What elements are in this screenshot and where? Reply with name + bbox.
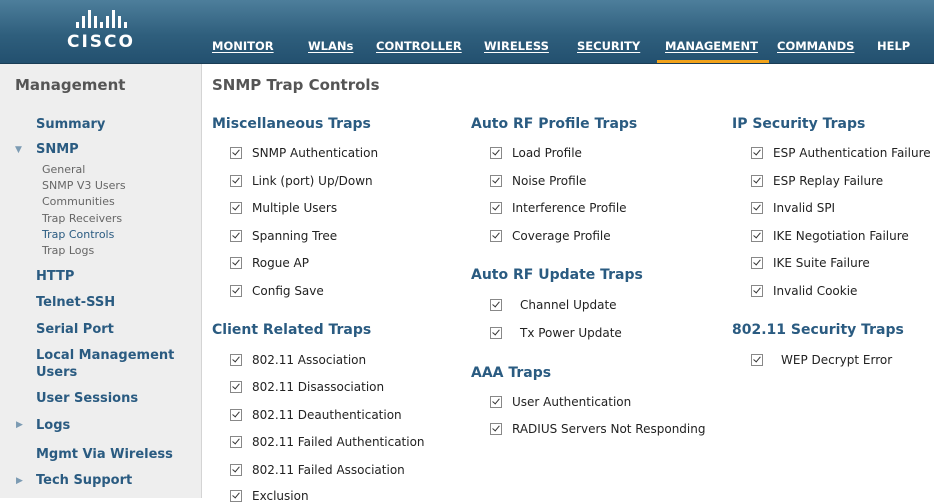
checkbox-checked[interactable] [490,147,502,159]
sidebar-item-telnet-ssh[interactable]: Telnet-SSH [36,295,115,310]
trap-checkbox-item[interactable]: Tx Power Update [490,326,622,340]
trap-checkbox-item[interactable]: ESP Authentication Failure [751,146,931,160]
trap-checkbox-item[interactable]: Invalid Cookie [751,284,857,298]
nav-monitor[interactable]: MONITOR [204,38,300,63]
section-misc-traps: Miscellaneous Traps [212,116,371,132]
trap-checkbox-item[interactable]: ESP Replay Failure [751,174,883,188]
checkbox-checked[interactable] [490,396,502,408]
checkbox-checked[interactable] [490,423,502,435]
checkbox-checked[interactable] [490,202,502,214]
section-client-traps: Client Related Traps [212,322,372,338]
trap-checkbox-item[interactable]: Link (port) Up/Down [230,174,373,188]
sidebar-sub-trap-logs[interactable]: Trap Logs [42,243,94,258]
trap-checkbox-item[interactable]: IKE Suite Failure [751,256,870,270]
trap-checkbox-item[interactable]: 802.11 Deauthentication [230,408,402,422]
checkbox-checked[interactable] [751,285,763,297]
trap-checkbox-item[interactable]: WEP Decrypt Error [751,353,892,367]
trap-checkbox-item[interactable]: IKE Negotiation Failure [751,229,909,243]
main-nav: MONITOR WLANs CONTROLLER WIRELESS SECURI… [204,38,925,63]
sidebar-item-summary[interactable]: Summary [36,117,105,132]
nav-security[interactable]: SECURITY [569,38,657,63]
section-rf-profile-traps: Auto RF Profile Traps [471,116,638,132]
checkbox-checked[interactable] [230,354,242,366]
sidebar-item-logs[interactable]: Logs [36,418,70,433]
checkbox-checked[interactable] [230,147,242,159]
collapsed-triangle-icon[interactable]: ▶ [16,420,23,430]
checkbox-checked[interactable] [490,327,502,339]
checkbox-checked[interactable] [230,202,242,214]
checkbox-checked[interactable] [230,230,242,242]
checkbox-checked[interactable] [751,230,763,242]
trap-checkbox-item[interactable]: Coverage Profile [490,229,611,243]
checkbox-checked[interactable] [751,202,763,214]
sidebar-sub-general[interactable]: General [42,162,85,177]
nav-commands[interactable]: COMMANDS [769,38,869,63]
checkbox-checked[interactable] [751,147,763,159]
trap-checkbox-item[interactable]: Channel Update [490,298,617,312]
sidebar-item-serial-port[interactable]: Serial Port [36,322,114,337]
trap-checkbox-item[interactable]: 802.11 Disassociation [230,380,384,394]
trap-checkbox-item[interactable]: Exclusion [230,489,309,503]
section-aaa-traps: AAA Traps [471,365,552,381]
sidebar-item-tech-support[interactable]: Tech Support [36,473,132,488]
main-content: SNMP Trap Controls Miscellaneous Traps S… [202,64,934,503]
sidebar-title: Management [15,76,126,94]
trap-checkbox-item[interactable]: Invalid SPI [751,201,835,215]
checkbox-checked[interactable] [230,175,242,187]
checkbox-checked[interactable] [751,354,763,366]
trap-checkbox-item[interactable]: 802.11 Failed Association [230,463,405,477]
checkbox-checked[interactable] [490,230,502,242]
checkbox-checked[interactable] [230,409,242,421]
trap-checkbox-item[interactable]: Rogue AP [230,256,309,270]
checkbox-checked[interactable] [490,299,502,311]
cisco-bars-icon [56,8,146,28]
nav-wireless[interactable]: WIRELESS [476,38,569,63]
trap-checkbox-item[interactable]: User Authentication [490,395,631,409]
nav-wlans[interactable]: WLANs [300,38,368,63]
section-rf-update-traps: Auto RF Update Traps [471,267,643,283]
sidebar-item-local-management-users[interactable]: Users [36,365,77,380]
sidebar-sub-trap-controls[interactable]: Trap Controls [42,227,114,242]
sidebar-item-snmp[interactable]: SNMP [36,142,79,157]
trap-checkbox-item[interactable]: 802.11 Failed Authentication [230,435,425,449]
checkbox-checked[interactable] [230,436,242,448]
trap-checkbox-item[interactable]: Config Save [230,284,324,298]
sidebar-item-user-sessions[interactable]: User Sessions [36,391,138,406]
checkbox-checked[interactable] [751,257,763,269]
trap-checkbox-item[interactable]: Load Profile [490,146,582,160]
sidebar-sub-communities[interactable]: Communities [42,194,115,209]
nav-controller[interactable]: CONTROLLER [368,38,476,63]
checkbox-checked[interactable] [490,175,502,187]
checkbox-checked[interactable] [230,285,242,297]
checkbox-checked[interactable] [230,490,242,502]
sidebar-sub-snmp-v3-users[interactable]: SNMP V3 Users [42,178,126,193]
trap-checkbox-item[interactable]: Interference Profile [490,201,627,215]
trap-checkbox-item[interactable]: 802.11 Association [230,353,366,367]
checkbox-checked[interactable] [230,257,242,269]
collapsed-triangle-icon[interactable]: ▶ [16,476,23,486]
nav-management[interactable]: MANAGEMENT [657,38,769,63]
checkbox-checked[interactable] [230,381,242,393]
checkbox-checked[interactable] [751,175,763,187]
cisco-logo: CISCO [56,8,146,56]
sidebar-sub-trap-receivers[interactable]: Trap Receivers [42,211,122,226]
top-header: CISCO MONITOR WLANs CONTROLLER WIRELESS … [0,0,934,64]
page-title: SNMP Trap Controls [212,76,380,94]
trap-checkbox-item[interactable]: Multiple Users [230,201,337,215]
expanded-triangle-icon[interactable]: ▼ [15,145,22,155]
sidebar-item-mgmt-via-wireless[interactable]: Mgmt Via Wireless [36,447,173,462]
sidebar-item-http[interactable]: HTTP [36,269,74,284]
section-ip-security-traps: IP Security Traps [732,116,866,132]
logo-text: CISCO [67,32,135,52]
trap-checkbox-item[interactable]: RADIUS Servers Not Responding [490,422,705,436]
sidebar-item-local-management[interactable]: Local Management [36,348,174,363]
trap-checkbox-item[interactable]: Spanning Tree [230,229,337,243]
trap-checkbox-item[interactable]: Noise Profile [490,174,586,188]
nav-help[interactable]: HELP [869,38,925,63]
sidebar: Management Summary ▼ SNMP General SNMP V… [0,64,202,498]
trap-checkbox-item[interactable]: SNMP Authentication [230,146,378,160]
section-80211-security-traps: 802.11 Security Traps [732,322,904,338]
checkbox-checked[interactable] [230,464,242,476]
